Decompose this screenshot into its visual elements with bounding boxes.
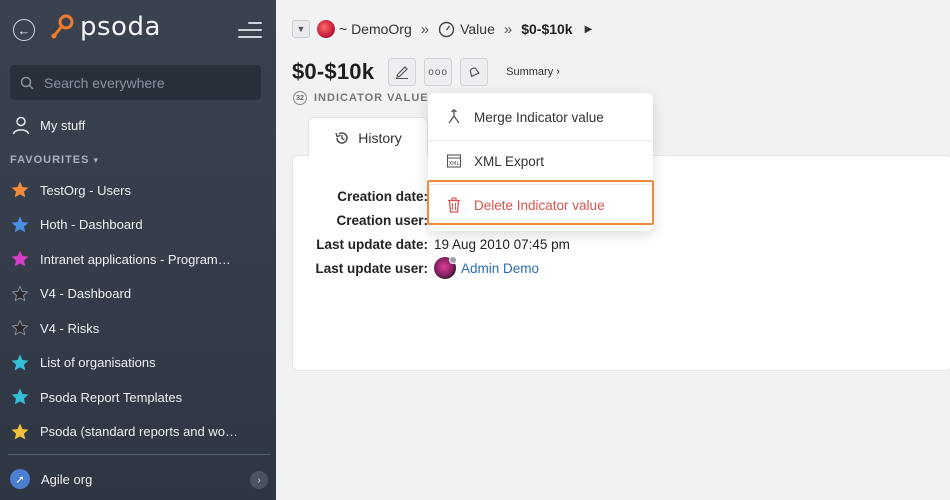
star-icon (11, 181, 29, 198)
menu-item-merge-label: Merge Indicator value (474, 109, 604, 125)
logo-text: psoda (80, 12, 161, 42)
sidebar-divider (8, 454, 271, 455)
tab-history-label: History (358, 129, 402, 146)
favourite-item-label: Intranet applications - Programme... (40, 251, 240, 267)
arrow-left-icon: ← (17, 22, 31, 38)
play-icon[interactable]: ▶ (585, 24, 593, 35)
svg-text:XML: XML (449, 161, 460, 167)
detail-row: Last update user: Admin Demo (293, 256, 570, 280)
bell-icon (469, 67, 480, 78)
breadcrumb-org[interactable]: ~ DemoOrg (339, 21, 412, 37)
star-icon (11, 319, 29, 336)
favourite-item[interactable]: V4 - Risks (0, 311, 276, 346)
psoda-logo[interactable]: psoda (48, 12, 161, 42)
favourites-label: FAVOURITES (10, 154, 90, 166)
sidebar: ← psoda My stuff (0, 0, 276, 500)
favourite-item[interactable]: Hoth - Dashboard (0, 208, 276, 243)
user-icon (12, 116, 30, 135)
detail-key: Last update user: (315, 260, 428, 276)
gauge-icon (438, 21, 455, 37)
bell-button[interactable] (460, 58, 489, 86)
menu-item-merge[interactable]: Merge Indicator value (428, 95, 653, 139)
favourite-item-label: TestOrg - Users (40, 182, 132, 198)
chevron-right-icon[interactable]: › (250, 471, 268, 489)
title-row: $0-$10k ooo Summary › (292, 58, 560, 86)
star-icon (11, 354, 29, 371)
menu-item-xml-export-label: XML Export (474, 153, 545, 169)
logo-mark-icon (48, 12, 78, 42)
agile-org-item[interactable]: ➚ Agile org › (10, 469, 268, 489)
favourite-item[interactable]: Psoda (standard reports and work... (0, 415, 276, 450)
xml-file-icon: XML (446, 153, 462, 169)
agile-org-label: Agile org (41, 471, 93, 487)
detail-row: Last update date: 19 Aug 2010 07:45 pm (293, 232, 570, 256)
my-stuff-link[interactable]: My stuff (11, 115, 85, 135)
favourite-item[interactable]: List of organisations (0, 346, 276, 381)
page-title: $0-$10k (292, 59, 375, 84)
breadcrumb: ▼ ~ DemoOrg » Value » $0-$10k ▶ (292, 20, 592, 38)
edit-button[interactable] (388, 58, 417, 86)
detail-key: Creation user: (336, 212, 428, 228)
favourite-item-label: Psoda (standard reports and work... (40, 424, 240, 440)
pencil-icon (396, 66, 409, 79)
merge-icon (446, 109, 462, 125)
detail-value[interactable]: Admin Demo (461, 261, 539, 276)
menu-item-xml-export[interactable]: XML XML Export (428, 139, 653, 183)
search-input[interactable] (44, 74, 244, 91)
organisation-icon (317, 20, 335, 38)
breadcrumb-current: $0-$10k (521, 21, 573, 37)
sidebar-header: ← psoda (0, 0, 276, 62)
favourite-item[interactable]: Intranet applications - Programme... (0, 242, 276, 277)
rocket-icon: ➚ (10, 469, 30, 489)
star-icon (11, 216, 29, 233)
summary-link[interactable]: Summary › (506, 66, 560, 78)
back-button[interactable]: ← (13, 19, 35, 41)
favourite-item-label: Psoda Report Templates (40, 389, 183, 405)
detail-key: Creation date: (337, 188, 428, 204)
search-box[interactable] (10, 65, 261, 100)
indicator-value-icon: 32 (293, 91, 307, 105)
star-icon (11, 285, 29, 302)
ellipsis-icon: ooo (428, 66, 448, 78)
detail-value-wrap: 19 Aug 2010 07:45 pm (434, 237, 570, 252)
subtitle-label: INDICATOR VALUE (314, 92, 429, 104)
collapse-menu-button[interactable] (238, 22, 262, 40)
breadcrumb-separator: » (420, 20, 430, 38)
history-icon (335, 131, 348, 144)
favourite-item-label: V4 - Dashboard (40, 286, 132, 302)
breadcrumb-separator: » (503, 20, 513, 38)
chevron-down-icon: ▼ (296, 24, 306, 34)
favourite-item[interactable]: Psoda Report Templates (0, 380, 276, 415)
favourites-list: TestOrg - Users Hoth - Dashboard Intranet … (0, 173, 276, 449)
breadcrumb-section[interactable]: Value (460, 21, 495, 37)
chevron-down-icon: ▾ (93, 154, 100, 165)
favourite-item[interactable]: TestOrg - Users (0, 173, 276, 208)
more-options-button[interactable]: ooo (424, 58, 453, 86)
favourites-header[interactable]: FAVOURITES ▾ (10, 154, 99, 166)
search-icon (20, 76, 34, 90)
favourite-item[interactable]: V4 - Dashboard (0, 277, 276, 312)
favourite-item-label: V4 - Risks (40, 320, 100, 336)
detail-value-wrap: Admin Demo (434, 256, 539, 279)
favourite-item-label: List of organisations (40, 355, 156, 371)
breadcrumb-dropdown-button[interactable]: ▼ (292, 20, 310, 38)
delete-highlight-box (427, 180, 654, 225)
avatar[interactable] (434, 256, 457, 279)
detail-value: 19 Aug 2010 07:45 pm (434, 236, 570, 252)
favourite-item-label: Hoth - Dashboard (40, 217, 143, 233)
star-icon (11, 423, 29, 440)
star-icon (11, 388, 29, 405)
main-content: ▼ ~ DemoOrg » Value » $0-$10k ▶ $0-$10k … (276, 0, 950, 500)
detail-key: Last update date: (316, 236, 428, 252)
star-icon (11, 250, 29, 267)
my-stuff-label: My stuff (40, 117, 86, 133)
tab-history[interactable]: History (308, 117, 428, 157)
page-subtitle: 32 INDICATOR VALUE (293, 91, 429, 105)
